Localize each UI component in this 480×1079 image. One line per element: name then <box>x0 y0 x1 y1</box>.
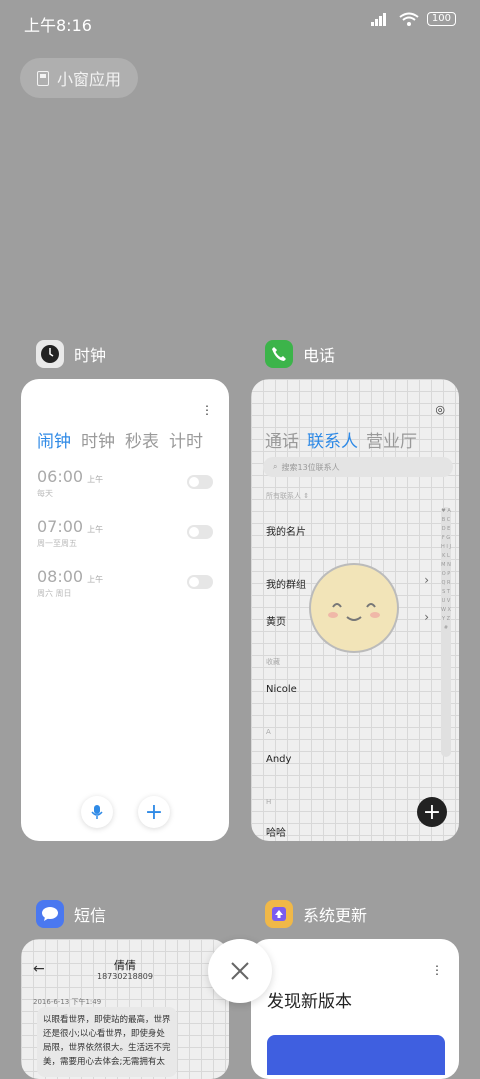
small-window-icon <box>36 70 49 86</box>
alarm-toggle[interactable] <box>187 525 213 539</box>
more-options-icon[interactable]: ⋮ <box>431 963 443 977</box>
section-header: 收藏 <box>266 658 280 666</box>
plus-icon: + <box>422 799 442 825</box>
messages-app-header[interactable]: 短信 <box>36 900 106 928</box>
contact-item[interactable]: Nicole <box>266 684 297 695</box>
clock-app-card[interactable]: ⋮ 闹钟 时钟 秒表 计时 06:00 上午 每天 07:00 上午 周一至周五 0… <box>21 379 229 841</box>
tab-calls[interactable]: 通话 <box>265 427 299 452</box>
tab-alarm[interactable]: 闹钟 <box>37 427 71 452</box>
settings-icon[interactable]: ◎ <box>435 403 445 416</box>
small-window-apps-button[interactable]: 小窗应用 <box>20 58 138 98</box>
status-icons: 100 <box>370 12 456 26</box>
tab-timer[interactable]: 计时 <box>169 427 203 452</box>
close-icon <box>231 962 249 980</box>
phone-app-title: 电话 <box>303 346 336 365</box>
my-card-row[interactable]: 我的名片 <box>266 523 306 538</box>
microphone-icon <box>91 805 103 819</box>
more-options-icon[interactable]: ⋮ <box>201 403 213 417</box>
alphabet-index-bar[interactable]: ♥ A B C D E F G H I J K L M N O P Q R S … <box>441 507 451 757</box>
messages-app-icon <box>36 900 64 928</box>
add-alarm-button[interactable]: + <box>138 796 170 828</box>
tab-contacts[interactable]: 联系人 <box>307 427 358 452</box>
update-app-header[interactable]: 系统更新 <box>265 900 367 928</box>
clear-all-button[interactable] <box>208 939 272 1003</box>
update-headline: 发现新版本 <box>267 992 352 1012</box>
alarm-item[interactable]: 08:00 上午 周六 周日 <box>37 567 103 599</box>
alarm-toggle[interactable] <box>187 475 213 489</box>
all-contacts-filter[interactable]: 所有联系人 ⇕ <box>266 491 309 501</box>
tab-service-hall[interactable]: 营业厅 <box>366 427 417 452</box>
contact-search-input[interactable]: ⌕ 搜索13位联系人 <box>263 457 453 477</box>
section-header: H <box>266 798 272 806</box>
update-app-title: 系统更新 <box>303 906 368 925</box>
my-groups-row[interactable]: 我的群组 <box>266 576 306 591</box>
small-window-label: 小窗应用 <box>56 70 121 89</box>
add-contact-button[interactable]: + <box>417 797 447 827</box>
clock-app-icon <box>36 340 64 368</box>
contact-item[interactable]: 哈哈 <box>266 824 286 839</box>
phone-app-icon <box>265 340 293 368</box>
battery-indicator: 100 <box>426 12 456 26</box>
update-banner-image <box>267 1035 445 1075</box>
tab-stopwatch[interactable]: 秒表 <box>125 427 159 452</box>
contact-item[interactable]: Andy <box>266 754 291 765</box>
phone-tabs: 通话 联系人 营业厅 <box>265 427 417 452</box>
conversation-contact-number: 18730218809 <box>97 972 153 981</box>
update-app-card[interactable]: ⋮ 发现新版本 <box>251 939 459 1079</box>
conversation-contact-name: 倩倩 <box>114 959 136 972</box>
status-time: 上午8:16 <box>24 16 92 35</box>
clock-app-header[interactable]: 时钟 <box>36 340 106 368</box>
phone-app-header[interactable]: 电话 <box>265 340 335 368</box>
wifi-icon <box>399 12 419 26</box>
clock-app-title: 时钟 <box>74 346 107 365</box>
chevron-right-icon: › <box>424 610 429 624</box>
system-update-app-icon <box>265 900 293 928</box>
plus-icon: + <box>144 799 164 825</box>
message-date: 2016-6-13 下午1:49 <box>33 998 102 1006</box>
tab-clock[interactable]: 时钟 <box>81 427 115 452</box>
alarm-toggle[interactable] <box>187 575 213 589</box>
message-bubble[interactable]: 以眼看世界，即使站的最高，世界还是很小;以心看世界，即使身处局限，世界依然很大。… <box>37 1007 177 1077</box>
alarm-item[interactable]: 07:00 上午 周一至周五 <box>37 517 103 549</box>
yellow-pages-row[interactable]: 黄页 <box>266 613 286 628</box>
chevron-right-icon: › <box>424 573 429 587</box>
messages-app-title: 短信 <box>74 906 107 925</box>
phone-app-card[interactable]: ◎ 通话 联系人 营业厅 ⌕ 搜索13位联系人 所有联系人 ⇕ 我的名片 我的群… <box>251 379 459 841</box>
search-icon: ⌕ <box>273 462 278 471</box>
alarm-item[interactable]: 06:00 上午 每天 <box>37 467 103 499</box>
section-header: A <box>266 728 271 736</box>
smiley-sticker <box>311 565 397 651</box>
messages-app-card[interactable]: ← 倩倩 18730218809 2016-6-13 下午1:49 以眼看世界，… <box>21 939 229 1079</box>
clock-tabs: 闹钟 时钟 秒表 计时 <box>37 427 203 452</box>
voice-button[interactable] <box>81 796 113 828</box>
signal-icon <box>370 13 386 26</box>
